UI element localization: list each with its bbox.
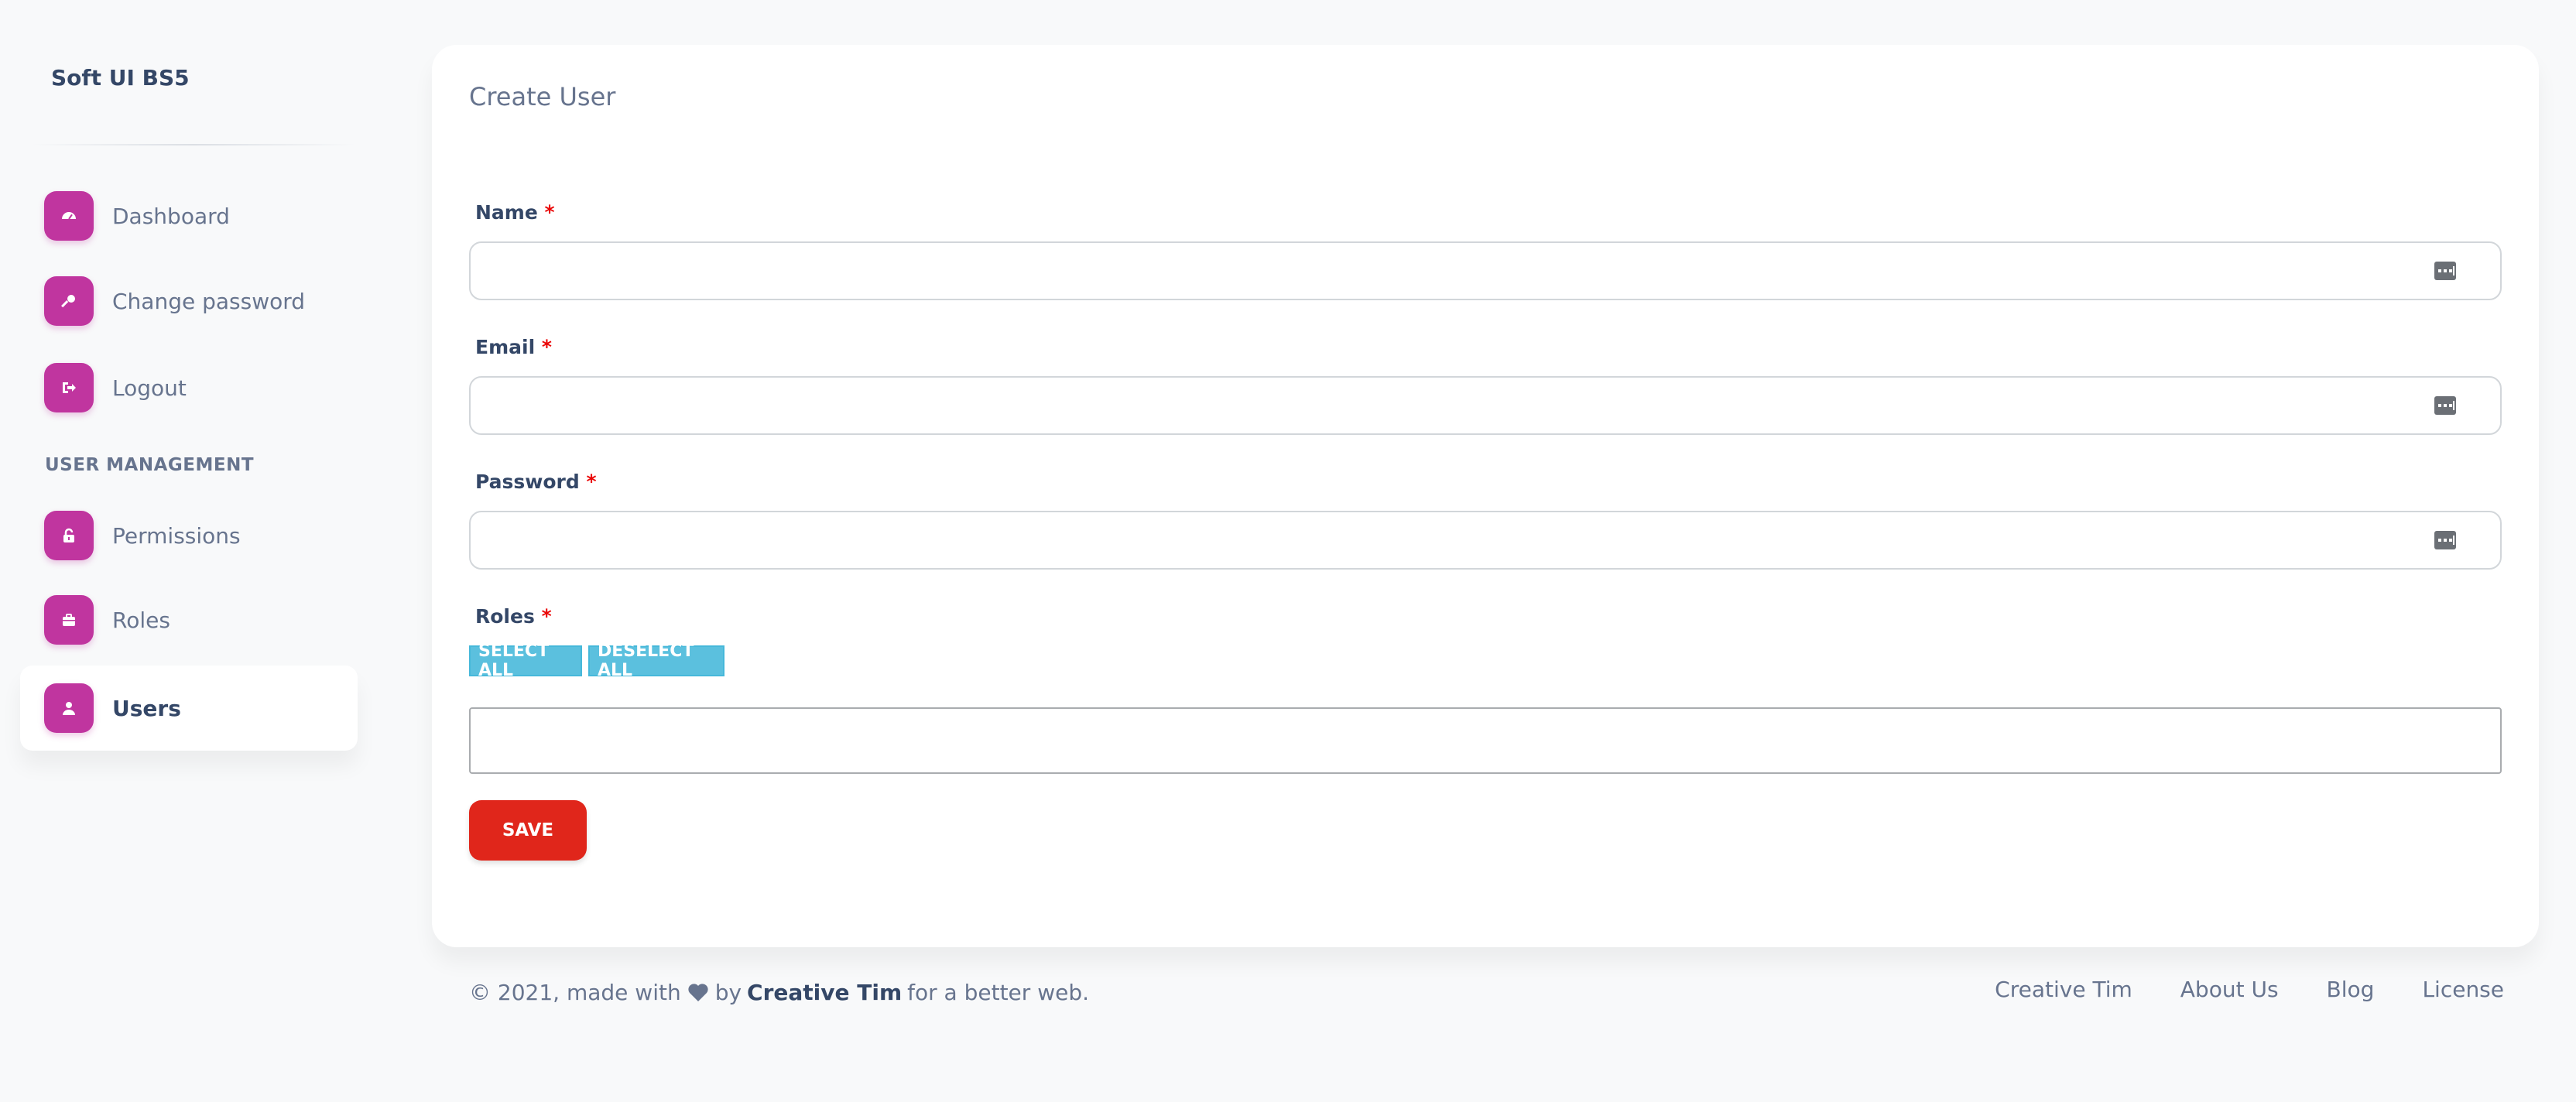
footer-suffix: for a better web. xyxy=(907,980,1089,1005)
key-icon xyxy=(44,276,94,326)
sidebar-item-roles[interactable]: Roles xyxy=(20,577,358,662)
footer-link-about-us[interactable]: About Us xyxy=(2180,977,2279,1002)
email-label: Email * xyxy=(475,336,552,358)
sidebar-item-logout[interactable]: Logout xyxy=(20,345,358,430)
sidebar-item-label: Users xyxy=(112,695,181,721)
dashboard-icon xyxy=(44,191,94,241)
name-label: Name * xyxy=(475,201,555,224)
lock-open-icon xyxy=(44,511,94,560)
footer-copyright: © 2021, made with by Creative Tim for a … xyxy=(469,980,1089,1005)
sidebar-divider xyxy=(31,144,356,145)
footer-link-license[interactable]: License xyxy=(2422,977,2504,1002)
sidebar-item-label: Change password xyxy=(112,288,306,314)
footer-by: by xyxy=(714,980,742,1005)
autofill-icon[interactable] xyxy=(2434,395,2457,416)
deselect-all-button[interactable]: DESELECT ALL xyxy=(588,642,724,680)
email-label-text: Email xyxy=(475,336,536,358)
sidebar-item-label: Permissions xyxy=(112,522,241,549)
password-label-text: Password xyxy=(475,471,580,493)
email-input[interactable] xyxy=(469,376,2502,435)
footer-link-blog[interactable]: Blog xyxy=(2327,977,2375,1002)
sidebar-item-label: Dashboard xyxy=(112,203,230,229)
required-mark: * xyxy=(586,471,597,493)
autofill-icon[interactable] xyxy=(2434,529,2457,551)
footer-author-link[interactable]: Creative Tim xyxy=(747,980,902,1005)
name-input[interactable] xyxy=(469,241,2502,300)
sidebar-item-permissions[interactable]: Permissions xyxy=(20,493,358,578)
brand-name[interactable]: Soft UI BS5 xyxy=(51,65,190,91)
user-icon xyxy=(44,683,94,733)
save-button[interactable]: SAVE xyxy=(469,800,587,861)
page-title: Create User xyxy=(469,82,616,111)
select-all-button[interactable]: SELECT ALL xyxy=(469,642,582,680)
sidebar-item-label: Roles xyxy=(112,607,170,633)
password-label: Password * xyxy=(475,471,597,493)
roles-select[interactable] xyxy=(469,707,2502,774)
required-mark: * xyxy=(541,605,552,628)
sidebar-item-change-password[interactable]: Change password xyxy=(20,258,358,344)
footer-links: Creative Tim About Us Blog License xyxy=(1995,977,2504,1002)
section-heading-user-management: USER MANAGEMENT xyxy=(45,455,255,475)
autofill-icon[interactable] xyxy=(2434,260,2457,282)
create-user-card: Create User Name * Email * Password * Ro… xyxy=(432,45,2539,947)
name-label-text: Name xyxy=(475,201,538,224)
sidebar: Soft UI BS5 Dashboard Change password Lo… xyxy=(0,0,372,1102)
required-mark: * xyxy=(541,336,552,358)
sidebar-item-dashboard[interactable]: Dashboard xyxy=(20,173,358,258)
sidebar-item-label: Logout xyxy=(112,375,187,401)
briefcase-icon xyxy=(44,595,94,645)
heart-icon xyxy=(687,983,709,1003)
roles-label: Roles * xyxy=(475,605,552,628)
password-input[interactable] xyxy=(469,511,2502,570)
required-mark: * xyxy=(544,201,555,224)
sidebar-item-users[interactable]: Users xyxy=(20,666,358,751)
footer-link-creative-tim[interactable]: Creative Tim xyxy=(1995,977,2132,1002)
logout-icon xyxy=(44,363,94,412)
footer-prefix: © 2021, made with xyxy=(469,980,681,1005)
roles-label-text: Roles xyxy=(475,605,535,628)
